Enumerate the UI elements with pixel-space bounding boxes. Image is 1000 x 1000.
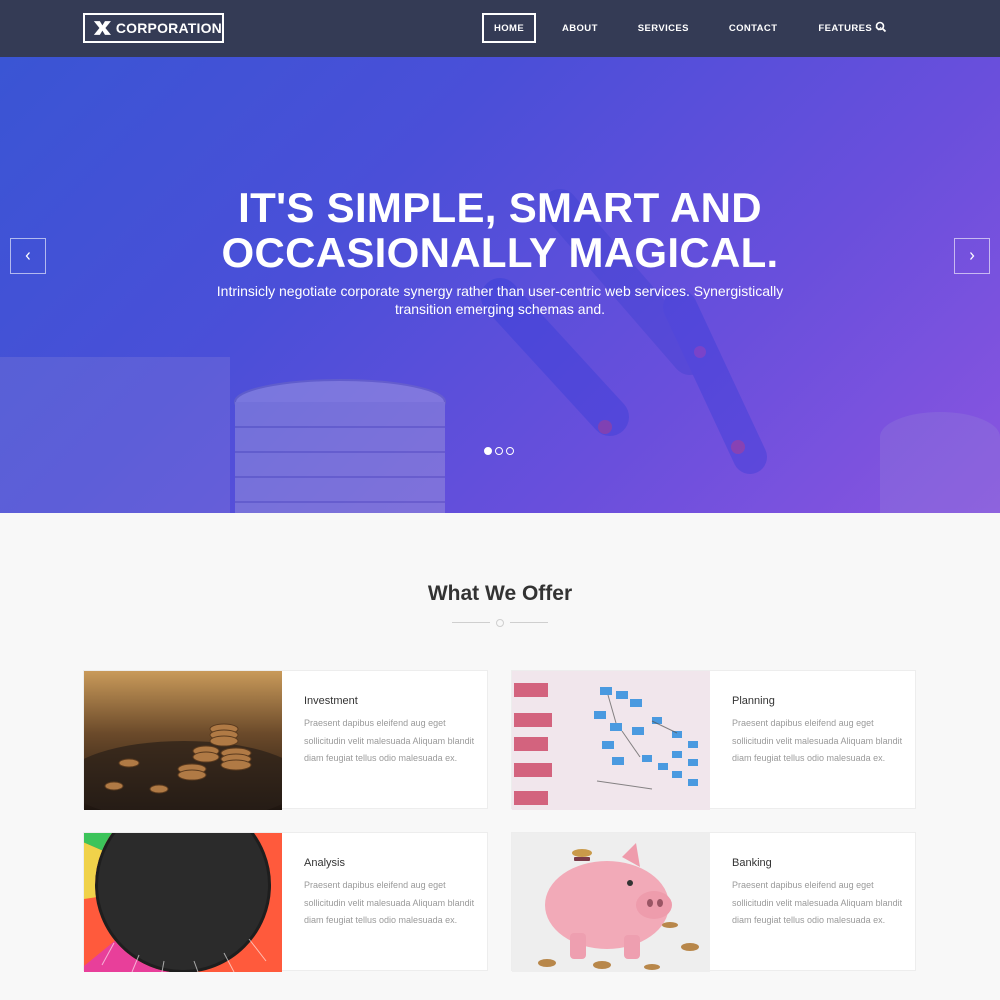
nav-features[interactable]: FEATURES — [818, 13, 882, 43]
section-divider — [452, 619, 548, 627]
slider-pagination — [484, 447, 517, 455]
hero-title-line-1: IT'S SIMPLE, SMART AND — [238, 184, 762, 231]
main-menu: HOME ABOUT SERVICES CONTACT FEATURES — [482, 13, 882, 43]
offer-card-analysis[interactable]: Analysis Praesent dapibus eleifend aug e… — [83, 832, 488, 972]
slider-next-button[interactable] — [954, 238, 990, 274]
card-title: Banking — [732, 857, 772, 869]
slider-dot-2[interactable] — [495, 447, 503, 455]
nav-contact[interactable]: CONTACT — [729, 13, 778, 43]
card-title: Analysis — [304, 857, 345, 869]
brand-logo[interactable]: CORPORATION — [83, 13, 224, 43]
nav-services[interactable]: SERVICES — [638, 13, 689, 43]
section-title: What We Offer — [427, 582, 573, 605]
offer-card-investment[interactable]: Investment Praesent dapibus eleifend aug… — [83, 670, 488, 810]
card-title: Investment — [304, 695, 358, 707]
chevron-left-icon — [25, 252, 30, 260]
slider-prev-button[interactable] — [10, 238, 46, 274]
banking-image — [512, 833, 710, 972]
hero-title: IT'S SIMPLE, SMART AND OCCASIONALLY MAGI… — [150, 185, 850, 275]
card-description: Praesent dapibus eleifend aug eget solli… — [304, 880, 475, 925]
offer-card-planning[interactable]: Planning Praesent dapibus eleifend aug e… — [511, 670, 916, 810]
search-icon[interactable] — [875, 21, 887, 33]
nav-home[interactable]: HOME — [482, 13, 536, 43]
nav-about[interactable]: ABOUT — [562, 13, 598, 43]
x-logo-icon — [93, 21, 111, 35]
planning-image — [512, 671, 710, 810]
hero-title-line-2: OCCASIONALLY MAGICAL. — [221, 229, 779, 276]
nav-features-label: FEATURES — [818, 22, 873, 34]
top-navbar: CORPORATION HOME ABOUT SERVICES CONTACT … — [0, 0, 1000, 57]
chevron-right-icon — [970, 252, 975, 260]
slider-dot-1[interactable] — [484, 447, 492, 455]
hero-subtitle: Intrinsicly negotiate corporate synergy … — [216, 283, 784, 317]
hero-slider: IT'S SIMPLE, SMART AND OCCASIONALLY MAGI… — [0, 57, 1000, 513]
card-description: Praesent dapibus eleifend aug eget solli… — [304, 718, 475, 763]
slider-dot-3[interactable] — [506, 447, 514, 455]
card-title: Planning — [732, 695, 775, 707]
brand-name: CORPORATION — [115, 20, 222, 36]
analysis-image — [84, 833, 282, 972]
offer-card-banking[interactable]: Banking Praesent dapibus eleifend aug eg… — [511, 832, 916, 972]
investment-image — [84, 671, 282, 810]
card-description: Praesent dapibus eleifend aug eget solli… — [732, 880, 903, 925]
card-description: Praesent dapibus eleifend aug eget solli… — [732, 718, 903, 763]
